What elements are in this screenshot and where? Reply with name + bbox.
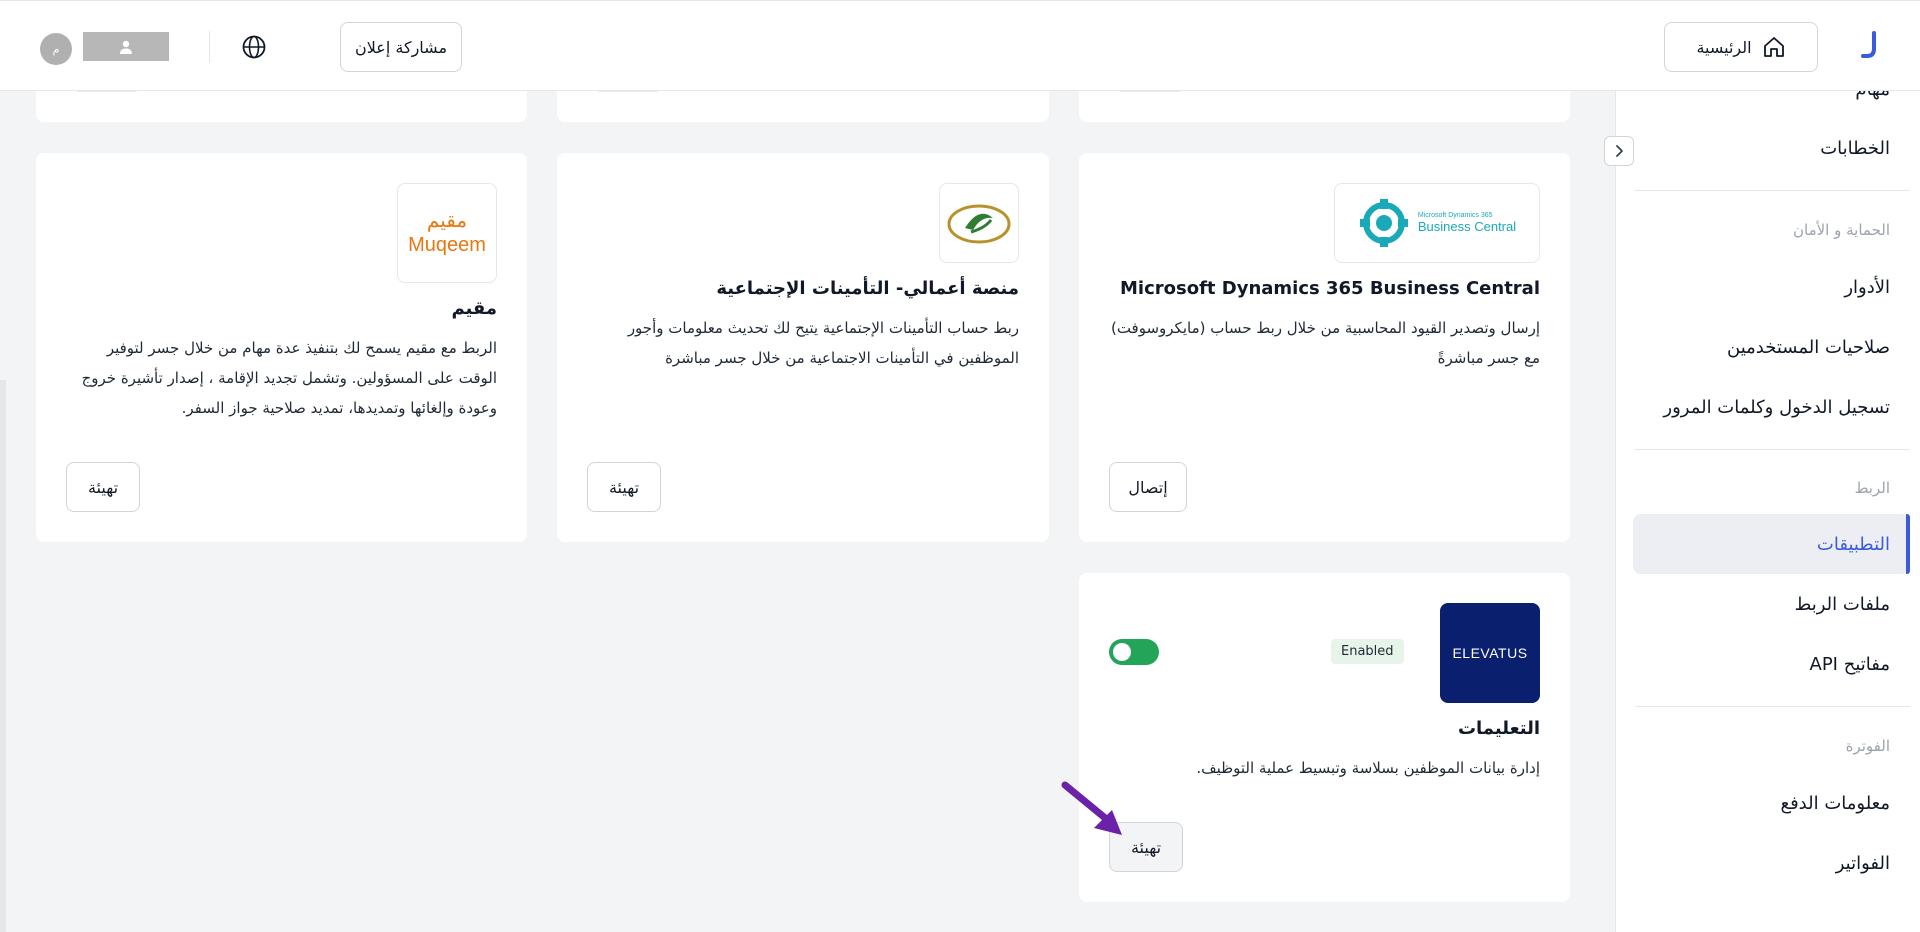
- gosi-logo-icon: [947, 204, 1011, 244]
- configure-button[interactable]: تهيئة: [66, 462, 140, 512]
- dynamics-logo-line2: Business Central: [1417, 219, 1517, 234]
- pointer-arrow-icon: [1061, 781, 1122, 835]
- sidebar-heading-billing: الفوترة: [1845, 737, 1890, 755]
- sidebar-item-letters[interactable]: الخطابات: [1820, 138, 1890, 159]
- dynamics-logo: Microsoft Dynamics 365 Business Central: [1334, 183, 1540, 263]
- app-card-elevatus: ELEVATUS Enabled التعليمات إدارة بيانات …: [1079, 573, 1570, 902]
- user-icon: [120, 40, 132, 54]
- header-divider: [209, 31, 210, 63]
- card-title: مقيم: [451, 298, 497, 319]
- app-card-dynamics: Microsoft Dynamics 365 Business Central …: [1079, 153, 1570, 542]
- configure-button[interactable]: تهيئة: [587, 462, 661, 512]
- card-title: التعليمات: [1457, 718, 1540, 739]
- card-description: إرسال وتصدير القيود المحاسبية من خلال رب…: [1110, 319, 1540, 367]
- card-description: الربط مع مقيم يسمح لك بتنفيذ عدة مهام من…: [81, 339, 497, 417]
- app-card-gosi: منصة أعمالي- التأمينات الإجتماعية ربط حس…: [557, 153, 1049, 542]
- home-icon: [1763, 37, 1784, 57]
- toggle-knob: [1113, 643, 1131, 661]
- elevatus-logo-text: ELEVATUS: [1452, 645, 1528, 661]
- sidebar-item-user-permissions[interactable]: صلاحيات المستخدمين: [1727, 337, 1890, 358]
- sidebar-divider: [1635, 706, 1910, 707]
- sidebar-item-invoices[interactable]: الفواتير: [1836, 853, 1890, 874]
- muqeem-logo-english: Muqeem: [408, 234, 486, 256]
- home-label: الرئيسية: [1696, 37, 1752, 57]
- enable-toggle[interactable]: [1109, 639, 1159, 665]
- sidebar-item-login-passwords[interactable]: تسجيل الدخول وكلمات المرور: [1663, 397, 1890, 418]
- elevatus-logo: ELEVATUS: [1440, 603, 1540, 703]
- sidebar-item-tasks[interactable]: مهام: [1855, 91, 1890, 100]
- card-description: إدارة بيانات الموظفين بسلاسة وتبسيط عملي…: [1196, 759, 1540, 777]
- sidebar-item-integration-files[interactable]: ملفات الربط: [1795, 594, 1890, 615]
- sidebar-item-roles[interactable]: الأدوار: [1844, 277, 1890, 298]
- chevron-right-icon: [1616, 145, 1623, 157]
- dynamics-logo-icon: [1359, 199, 1408, 247]
- gosi-logo: [939, 183, 1019, 263]
- sidebar-heading-integration: الربط: [1854, 479, 1890, 497]
- sidebar-item-apps[interactable]: التطبيقات: [1817, 534, 1890, 555]
- home-button[interactable]: الرئيسية: [1664, 22, 1818, 72]
- dynamics-logo-line1: Microsoft Dynamics 365: [1417, 212, 1493, 219]
- card-title: منصة أعمالي- التأمينات الإجتماعية: [716, 278, 1019, 299]
- sidebar-item-api-keys[interactable]: مفاتيح API: [1810, 654, 1891, 675]
- user-menu[interactable]: [83, 32, 169, 61]
- app-card-muqeem: مقيم Muqeem مقيم الربط مع مقيم يسمح لك ب…: [36, 153, 527, 542]
- sidebar: مهام الخطابات الحماية و الأمان الأدوار ص…: [1615, 91, 1920, 932]
- status-badge: Enabled: [1331, 639, 1404, 664]
- avatar[interactable]: م: [40, 33, 72, 65]
- scrollbar[interactable]: [0, 380, 6, 932]
- muqeem-logo-arabic: مقيم: [426, 208, 468, 232]
- collapse-sidebar-button[interactable]: [1604, 136, 1634, 166]
- sidebar-item-payment-info[interactable]: معلومات الدفع: [1781, 793, 1891, 814]
- muqeem-logo: مقيم Muqeem: [397, 183, 497, 283]
- sidebar-active-indicator: [1906, 514, 1910, 574]
- card-description: ربط حساب التأمينات الإجتماعية يتيح لك تح…: [627, 319, 1019, 367]
- sidebar-heading-security: الحماية و الأمان: [1792, 221, 1890, 239]
- app-logo[interactable]: [1860, 31, 1880, 59]
- sidebar-divider: [1635, 190, 1910, 191]
- sidebar-divider: [1635, 449, 1910, 450]
- globe-icon[interactable]: [241, 34, 267, 60]
- share-announcement-button[interactable]: مشاركة إعلان: [340, 22, 462, 72]
- connect-button[interactable]: إتصال: [1109, 462, 1187, 512]
- top-bar: الرئيسية مشاركة إعلان م: [0, 0, 1920, 91]
- card-title: Microsoft Dynamics 365 Business Central: [1120, 278, 1540, 299]
